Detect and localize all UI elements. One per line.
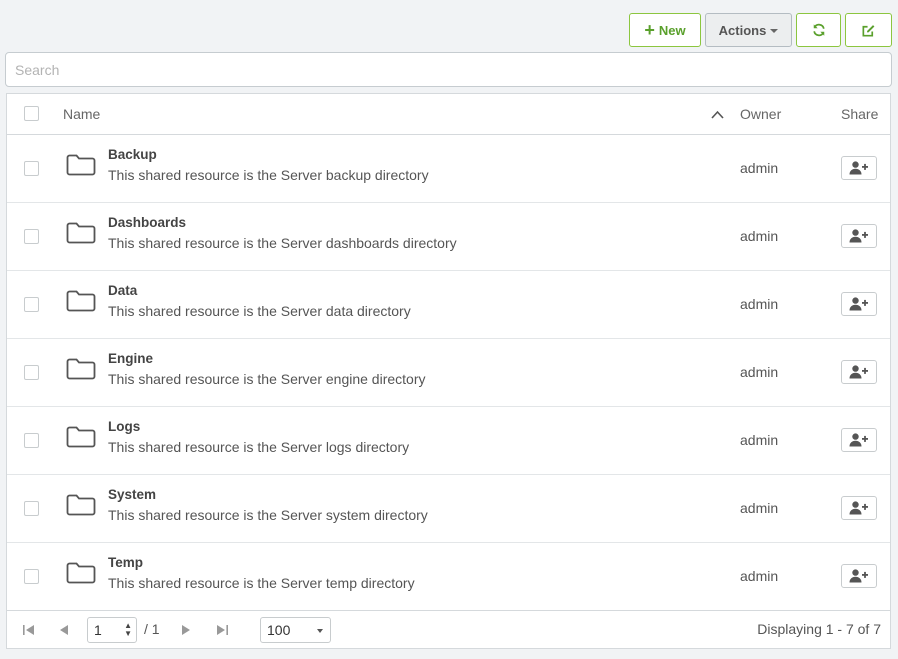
row-description: This shared resource is the Server temp …: [108, 575, 415, 591]
table-row[interactable]: Engine This shared resource is the Serve…: [7, 339, 890, 407]
row-owner: admin: [740, 568, 779, 584]
page-number-value: 1: [94, 622, 102, 638]
add-user-icon: [849, 365, 868, 379]
table-row[interactable]: Dashboards This shared resource is the S…: [7, 203, 890, 271]
actions-dropdown-button[interactable]: Actions: [705, 13, 792, 47]
dropdown-arrow-icon: [317, 629, 323, 633]
add-user-icon: [849, 229, 868, 243]
first-page-icon[interactable]: [22, 623, 36, 639]
row-checkbox[interactable]: [24, 569, 39, 584]
table-row[interactable]: Logs This shared resource is the Server …: [7, 407, 890, 475]
page-number-input[interactable]: 1 ▲ ▼: [87, 617, 137, 643]
row-description: This shared resource is the Server syste…: [108, 507, 428, 523]
add-user-icon: [849, 297, 868, 311]
row-owner: admin: [740, 228, 779, 244]
share-button[interactable]: [841, 156, 877, 180]
caret-down-icon: [770, 29, 779, 33]
table-row[interactable]: Backup This shared resource is the Serve…: [7, 135, 890, 203]
share-button[interactable]: [841, 428, 877, 452]
edit-icon: [862, 24, 875, 36]
row-checkbox[interactable]: [24, 501, 39, 516]
row-description: This shared resource is the Server dashb…: [108, 235, 457, 251]
chevron-up-icon[interactable]: [711, 106, 724, 122]
table-row[interactable]: Temp This shared resource is the Server …: [7, 543, 890, 611]
next-page-icon[interactable]: [181, 623, 191, 639]
folder-icon: [66, 494, 96, 521]
folder-icon: [66, 290, 96, 317]
row-name[interactable]: Temp: [108, 555, 143, 570]
row-description: This shared resource is the Server logs …: [108, 439, 410, 455]
row-checkbox[interactable]: [24, 433, 39, 448]
refresh-icon: [812, 23, 825, 37]
folder-icon: [66, 562, 96, 589]
add-user-icon: [849, 433, 868, 447]
total-pages: / 1: [144, 621, 160, 637]
row-description: This shared resource is the Server backu…: [108, 167, 429, 183]
column-header-owner[interactable]: Owner: [740, 106, 781, 122]
table-row[interactable]: Data This shared resource is the Server …: [7, 271, 890, 339]
row-owner: admin: [740, 500, 779, 516]
row-description: This shared resource is the Server engin…: [108, 371, 426, 387]
toolbar: + New Actions: [629, 13, 892, 47]
select-all-checkbox[interactable]: [24, 106, 39, 121]
row-name[interactable]: Backup: [108, 147, 157, 162]
last-page-icon[interactable]: [215, 623, 229, 639]
row-name[interactable]: Data: [108, 283, 137, 298]
share-button[interactable]: [841, 292, 877, 316]
prev-page-icon[interactable]: [59, 623, 69, 639]
column-header-share: Share: [841, 106, 879, 122]
table-row[interactable]: System This shared resource is the Serve…: [7, 475, 890, 543]
folder-icon: [66, 358, 96, 385]
file-table: Name Owner Share Backup This shared reso…: [6, 93, 891, 649]
row-owner: admin: [740, 296, 779, 312]
row-checkbox[interactable]: [24, 161, 39, 176]
page-size-value: 100: [267, 622, 291, 638]
plus-icon: +: [644, 19, 655, 40]
share-button[interactable]: [841, 224, 877, 248]
row-checkbox[interactable]: [24, 365, 39, 380]
page-size-select[interactable]: 100: [260, 617, 331, 643]
table-body: Backup This shared resource is the Serve…: [7, 135, 890, 611]
row-name[interactable]: Engine: [108, 351, 153, 366]
table-header: Name Owner Share: [7, 94, 890, 135]
row-owner: admin: [740, 364, 779, 380]
displaying-count: Displaying 1 - 7 of 7: [757, 621, 881, 637]
share-button[interactable]: [841, 564, 877, 588]
row-checkbox[interactable]: [24, 229, 39, 244]
edit-button[interactable]: [845, 13, 892, 47]
new-button-label: New: [658, 22, 686, 38]
add-user-icon: [849, 569, 868, 583]
add-user-icon: [849, 161, 868, 175]
actions-button-label: Actions: [718, 22, 767, 38]
folder-icon: [66, 154, 96, 181]
share-button[interactable]: [841, 496, 877, 520]
refresh-button[interactable]: [796, 13, 841, 47]
row-description: This shared resource is the Server data …: [108, 303, 411, 319]
column-header-name[interactable]: Name: [63, 106, 100, 122]
pager: 1 ▲ ▼ / 1 100 Displaying 1 - 7 of 7: [7, 610, 890, 648]
folder-icon: [66, 222, 96, 249]
row-owner: admin: [740, 160, 779, 176]
folder-icon: [66, 426, 96, 453]
share-button[interactable]: [841, 360, 877, 384]
new-button[interactable]: + New: [629, 13, 701, 47]
search-input[interactable]: [5, 52, 892, 87]
row-name[interactable]: Dashboards: [108, 215, 186, 230]
add-user-icon: [849, 501, 868, 515]
stepper-icon[interactable]: ▲ ▼: [124, 622, 132, 638]
row-checkbox[interactable]: [24, 297, 39, 312]
row-owner: admin: [740, 432, 779, 448]
row-name[interactable]: Logs: [108, 419, 140, 434]
row-name[interactable]: System: [108, 487, 156, 502]
